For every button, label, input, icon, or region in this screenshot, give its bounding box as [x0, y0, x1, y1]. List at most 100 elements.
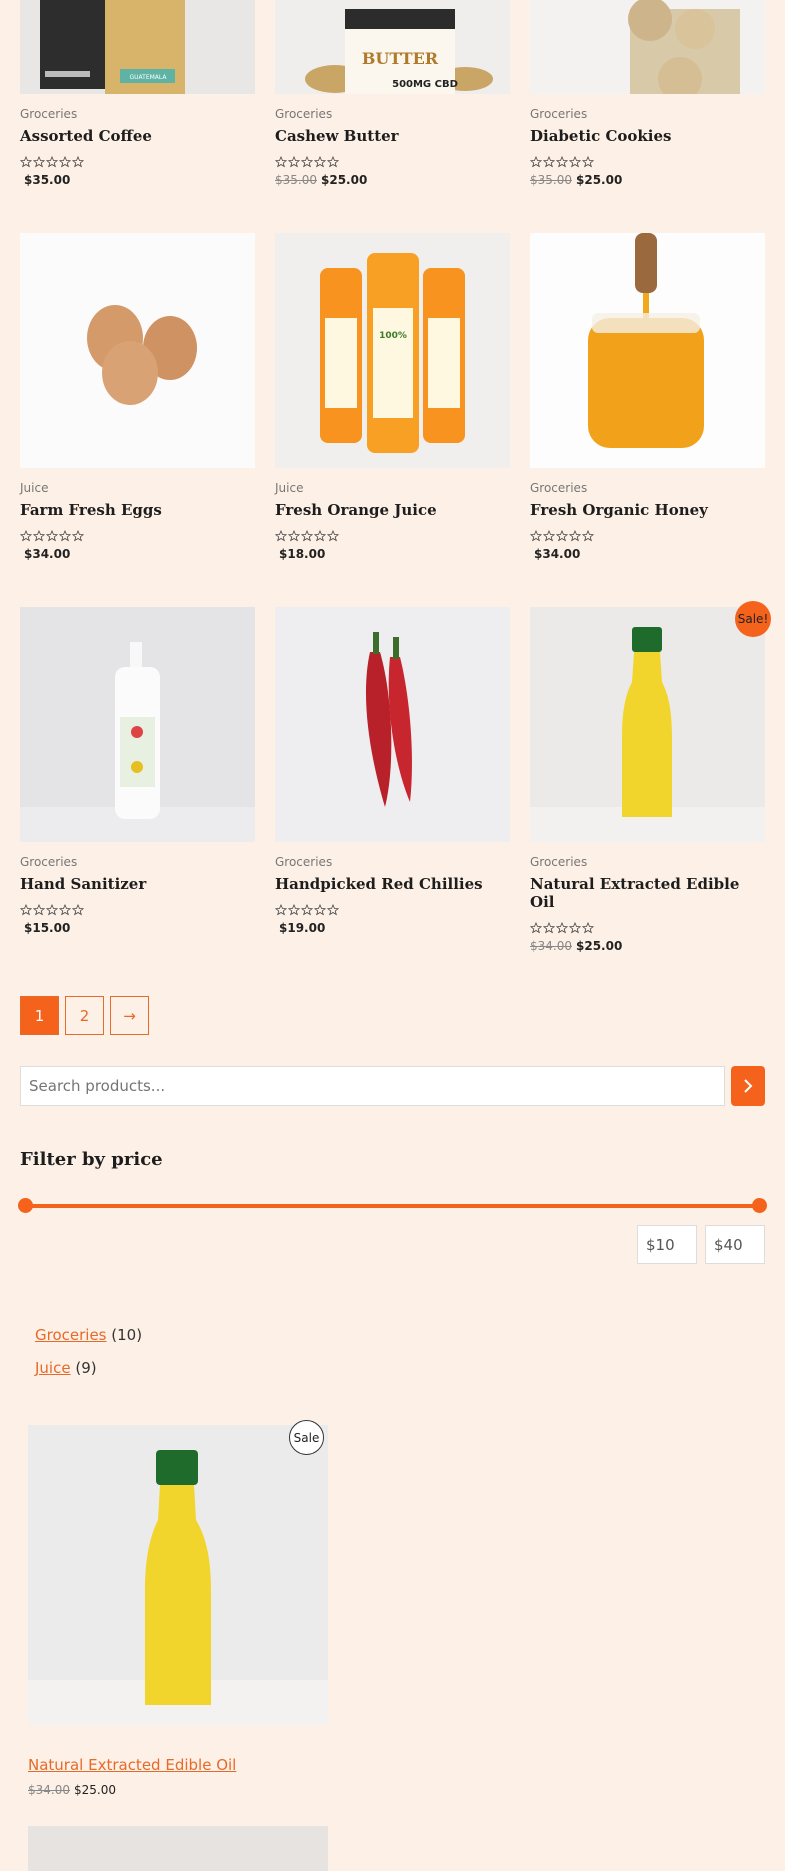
next-page-link[interactable]: → — [110, 996, 149, 1035]
price-slider-track[interactable] — [25, 1204, 759, 1208]
star-icon — [274, 901, 288, 916]
star-icon — [287, 153, 301, 168]
price-slider-min-handle[interactable] — [18, 1198, 33, 1213]
category-count: (9) — [75, 1359, 97, 1377]
star-icon — [529, 153, 543, 168]
product-card[interactable]: Groceries Handpicked Red Chillies $19.00 — [274, 607, 510, 935]
product-category[interactable]: Juice — [20, 481, 255, 495]
star-icon — [313, 153, 327, 168]
star-icon — [529, 919, 543, 934]
product-category[interactable]: Groceries — [20, 855, 255, 869]
star-icon — [581, 527, 595, 542]
min-price-field[interactable]: $10 — [637, 1225, 697, 1264]
star-icon — [542, 919, 556, 934]
star-icon — [300, 901, 314, 916]
product-category[interactable]: Groceries — [275, 107, 510, 121]
rating-stars — [19, 527, 255, 542]
page-link-2[interactable]: 2 — [65, 996, 104, 1035]
product-image-handpicked-red-chillies[interactable] — [275, 607, 510, 842]
rating-stars — [19, 901, 255, 916]
product-title[interactable]: Handpicked Red Chillies — [275, 875, 510, 893]
category-list-item: Groceries (10) — [35, 1326, 142, 1344]
product-category[interactable]: Groceries — [530, 855, 765, 869]
search-button[interactable] — [731, 1066, 765, 1106]
jar-label-subtext: 500MG CBD — [392, 79, 458, 90]
star-icon — [313, 901, 327, 916]
product-title[interactable]: Fresh Orange Juice — [275, 501, 510, 519]
category-link-juice[interactable]: Juice — [35, 1359, 71, 1377]
sidebar-product-image[interactable] — [28, 1425, 328, 1725]
product-title[interactable]: Farm Fresh Eggs — [20, 501, 255, 519]
product-card[interactable]: 100% Juice Fresh Orange Juice $18.00 — [274, 233, 510, 561]
star-icon — [313, 527, 327, 542]
sidebar-product-card[interactable] — [28, 1425, 328, 1725]
sale-badge: Sale! — [735, 601, 771, 637]
product-image-hand-sanitizer[interactable] — [20, 607, 255, 842]
product-title[interactable]: Fresh Organic Honey — [530, 501, 765, 519]
star-icon — [274, 527, 288, 542]
category-list-item: Juice (9) — [35, 1359, 97, 1377]
price-slider-max-handle[interactable] — [752, 1198, 767, 1213]
product-title[interactable]: Assorted Coffee — [20, 127, 255, 145]
product-price: $34.00 — [534, 547, 581, 561]
product-price: $15.00 — [24, 921, 71, 935]
product-image-fresh-organic-honey[interactable] — [530, 233, 765, 468]
star-icon — [58, 527, 72, 542]
page-link-1[interactable]: 1 — [20, 996, 59, 1035]
product-category[interactable]: Groceries — [530, 481, 765, 495]
product-card[interactable]: Juice Farm Fresh Eggs $34.00 — [19, 233, 255, 561]
star-icon — [581, 153, 595, 168]
product-price: $35.00 $25.00 — [275, 173, 368, 187]
product-price: $35.00 — [24, 173, 71, 187]
star-icon — [58, 901, 72, 916]
product-card[interactable]: BUTTER 500MG CBD Groceries Cashew Butter… — [274, 0, 510, 187]
star-icon — [71, 527, 85, 542]
rating-stars — [529, 527, 765, 542]
product-price: $19.00 — [279, 921, 326, 935]
product-image-cashew-butter[interactable]: BUTTER 500MG CBD — [275, 0, 510, 94]
rating-stars — [274, 153, 510, 168]
product-category[interactable]: Juice — [275, 481, 510, 495]
star-icon — [274, 153, 288, 168]
product-category[interactable]: Groceries — [530, 107, 765, 121]
product-card[interactable]: Groceries Hand Sanitizer $15.00 — [19, 607, 255, 935]
star-icon — [300, 153, 314, 168]
max-price-field[interactable]: $40 — [705, 1225, 765, 1264]
product-card[interactable]: Groceries Diabetic Cookies $35.00 $25.00 — [529, 0, 765, 187]
product-card[interactable]: GUATEMALA Groceries Assorted Coffee $35.… — [19, 0, 255, 187]
star-icon — [568, 919, 582, 934]
sidebar-product-title[interactable]: Natural Extracted Edible Oil — [28, 1756, 236, 1774]
product-title[interactable]: Diabetic Cookies — [530, 127, 765, 145]
sidebar-product-image[interactable] — [28, 1826, 328, 1871]
rating-stars — [274, 527, 510, 542]
star-icon — [45, 153, 59, 168]
juice-label-text: 100% — [379, 331, 407, 341]
star-icon — [568, 153, 582, 168]
rating-stars — [529, 153, 765, 168]
search-input[interactable] — [20, 1066, 725, 1106]
category-link-groceries[interactable]: Groceries — [35, 1326, 107, 1344]
product-category[interactable]: Groceries — [275, 855, 510, 869]
product-card[interactable]: Groceries Natural Extracted Edible Oil $… — [529, 607, 765, 953]
pagination: 1 2 → — [20, 996, 149, 1035]
product-image-farm-fresh-eggs[interactable] — [20, 233, 255, 468]
product-price: $34.00 $25.00 — [530, 939, 623, 953]
product-title[interactable]: Cashew Butter — [275, 127, 510, 145]
product-card[interactable]: Groceries Fresh Organic Honey $34.00 — [529, 233, 765, 561]
sidebar-sale-badge: Sale — [289, 1420, 324, 1455]
product-image-assorted-coffee[interactable]: GUATEMALA — [20, 0, 255, 94]
product-category[interactable]: Groceries — [20, 107, 255, 121]
star-icon — [32, 153, 46, 168]
product-title[interactable]: Hand Sanitizer — [20, 875, 255, 893]
star-icon — [555, 527, 569, 542]
category-count: (10) — [111, 1326, 143, 1344]
star-icon — [529, 527, 543, 542]
product-image-diabetic-cookies[interactable] — [530, 0, 765, 94]
filter-title: Filter by price — [20, 1149, 163, 1170]
star-icon — [287, 901, 301, 916]
product-title[interactable]: Natural Extracted Edible Oil — [530, 875, 765, 911]
star-icon — [58, 153, 72, 168]
product-image-fresh-orange-juice[interactable]: 100% — [275, 233, 510, 468]
rating-stars — [274, 901, 510, 916]
product-image-natural-extracted-edible-oil[interactable] — [530, 607, 765, 842]
